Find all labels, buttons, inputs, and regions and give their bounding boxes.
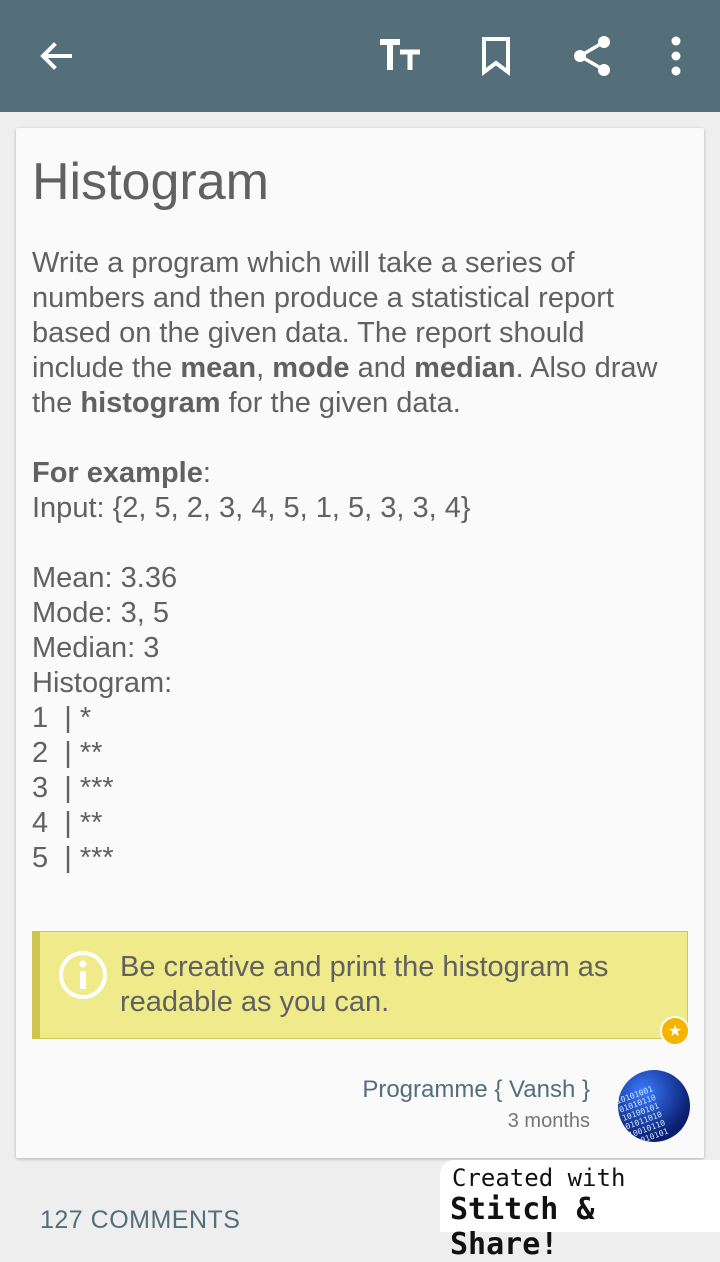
keyword-median: median bbox=[414, 352, 516, 384]
author-name[interactable]: Programme { Vansh } bbox=[362, 1074, 590, 1106]
result-histogram-label: Histogram: bbox=[32, 667, 173, 699]
histogram-row: 3 | *** bbox=[32, 772, 114, 804]
text-size-button[interactable] bbox=[364, 20, 436, 92]
post-age: 3 months bbox=[507, 1110, 590, 1132]
result-mode: Mode: 3, 5 bbox=[32, 597, 170, 629]
challenge-card: Histogram Write a program which will tak… bbox=[16, 128, 704, 1158]
challenge-title: Histogram bbox=[32, 153, 269, 211]
info-message: Be creative and print the histogram as r… bbox=[120, 951, 609, 1018]
star-badge-icon: ★ bbox=[660, 1016, 690, 1046]
text-size-icon bbox=[380, 39, 420, 70]
author-avatar[interactable]: 10101001 01010110 10100101 01011010 1001… bbox=[618, 1070, 690, 1142]
more-vertical-icon bbox=[671, 36, 681, 76]
avatar-image-text: 10101001 01010110 10100101 01011010 1001… bbox=[618, 1084, 670, 1142]
result-mean: Mean: 3.36 bbox=[32, 562, 178, 594]
keyword-mode: mode bbox=[272, 352, 350, 384]
histogram-row: 4 | ** bbox=[32, 807, 103, 839]
bookmark-icon bbox=[482, 37, 510, 76]
info-icon bbox=[59, 951, 107, 999]
example-input: Input: {2, 5, 2, 3, 4, 5, 1, 5, 3, 3, 4} bbox=[32, 492, 471, 524]
keyword-histogram: histogram bbox=[80, 387, 221, 419]
description-paragraph: Write a program which will take a series… bbox=[32, 246, 682, 421]
arrow-left-icon bbox=[40, 42, 72, 70]
author-info[interactable]: Programme { Vansh } 3 months bbox=[362, 1074, 590, 1136]
watermark-line-1: Created with bbox=[452, 1164, 626, 1192]
keyword-mean: mean bbox=[180, 352, 257, 384]
histogram-row: 1 | * bbox=[32, 702, 92, 734]
description-text-3: for the given data. bbox=[220, 387, 461, 419]
top-app-bar bbox=[0, 0, 720, 112]
back-button[interactable] bbox=[20, 20, 92, 92]
histogram-row: 2 | ** bbox=[32, 737, 103, 769]
comments-count[interactable]: 127 COMMENTS bbox=[40, 1206, 240, 1235]
example-label: For example bbox=[32, 457, 203, 489]
description-comma: , bbox=[256, 352, 273, 384]
watermark: Created with Stitch & Share! bbox=[440, 1160, 720, 1262]
share-button[interactable] bbox=[556, 20, 628, 92]
more-options-button[interactable] bbox=[640, 20, 712, 92]
histogram-row: 5 | *** bbox=[32, 842, 114, 874]
challenge-description: Write a program which will take a series… bbox=[32, 246, 682, 876]
example-colon: : bbox=[202, 457, 211, 489]
result-median: Median: 3 bbox=[32, 632, 160, 664]
watermark-line-2: Stitch & Share! bbox=[450, 1192, 595, 1262]
example-heading: For example: bbox=[32, 456, 682, 491]
bookmark-button[interactable] bbox=[460, 20, 532, 92]
description-and: and bbox=[349, 352, 415, 384]
info-callout: Be creative and print the histogram as r… bbox=[32, 931, 688, 1039]
share-icon bbox=[574, 36, 610, 76]
